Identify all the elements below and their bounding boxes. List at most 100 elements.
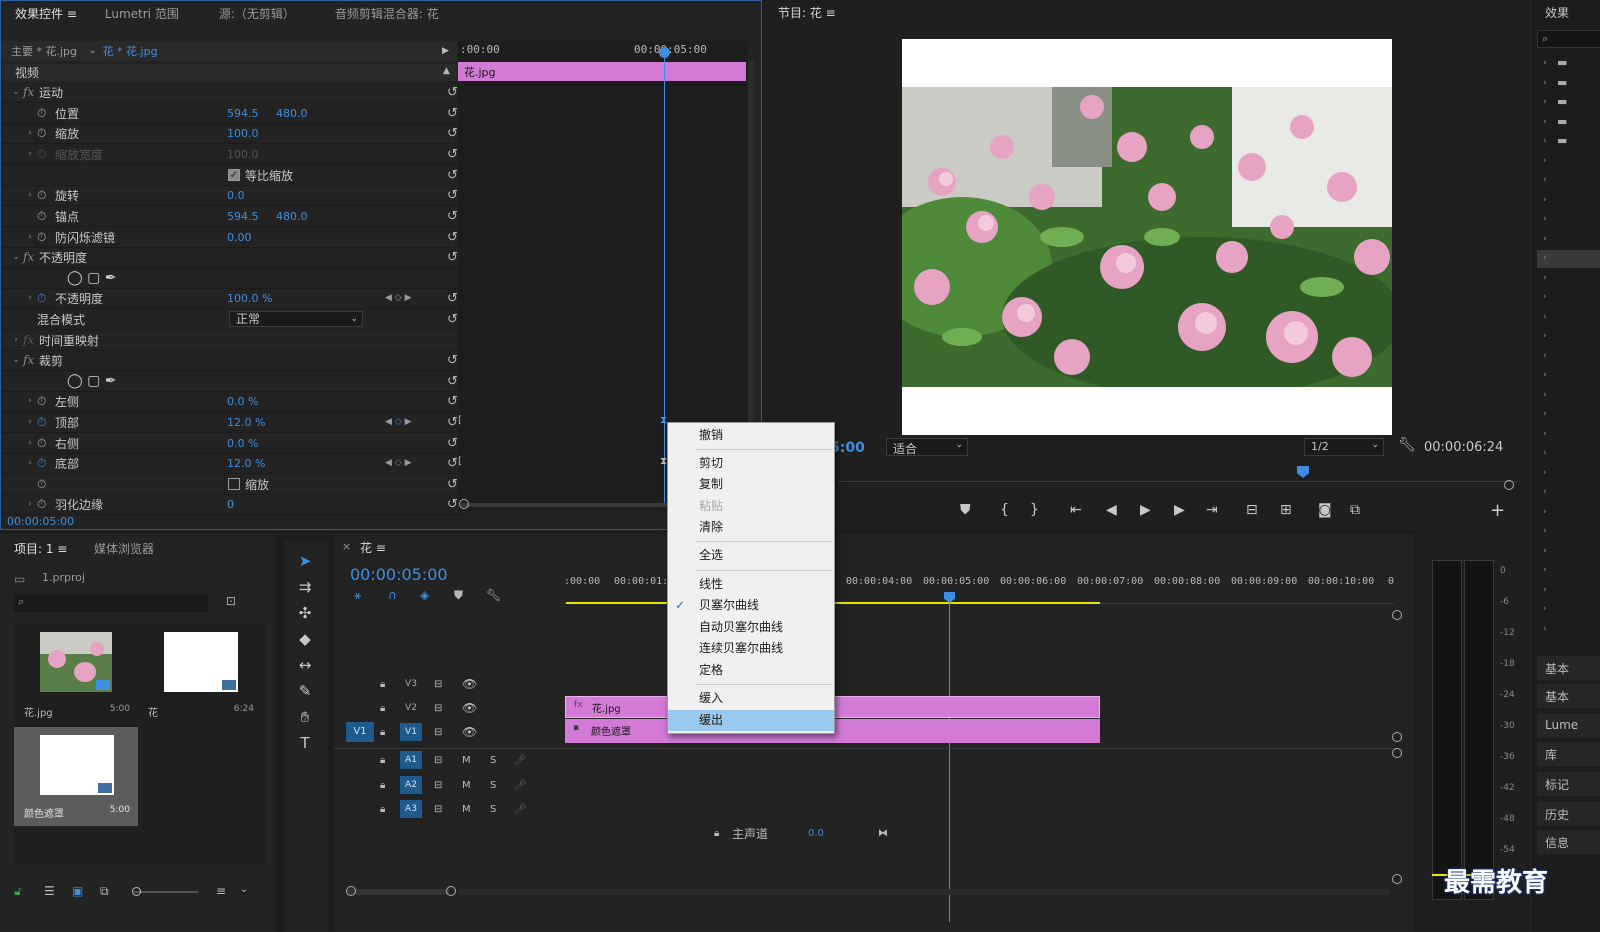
reset-icon[interactable]: ↺ <box>447 353 458 368</box>
microphone-icon[interactable]: 🎤︎ <box>514 780 527 791</box>
zoom-slider-handle[interactable] <box>132 887 141 896</box>
hand-tool-icon[interactable]: ✋︎ <box>294 708 316 726</box>
stopwatch-icon[interactable]: ⏱ <box>37 477 55 492</box>
go-to-in-icon[interactable]: ⇤ <box>1070 502 1082 518</box>
track-header[interactable]: 🔒︎ A3 ⊟ M S 🎤︎ <box>334 797 566 821</box>
kf-clip-bar[interactable]: 花.jpg <box>458 62 746 81</box>
panel-tab[interactable]: 信息 <box>1537 830 1600 854</box>
kf-playhead[interactable] <box>664 47 665 507</box>
timeline-timecode[interactable]: 00:00:05:00 <box>350 565 448 584</box>
sequence-tab[interactable]: 花 ≡ <box>360 539 386 556</box>
mute-button[interactable]: M <box>462 780 471 791</box>
eye-icon[interactable]: 👁︎ <box>462 725 477 739</box>
property-value[interactable]: 12.0 % <box>227 416 265 429</box>
property-value[interactable]: 100.0 <box>227 127 259 140</box>
kf-zoom-slider[interactable] <box>461 503 667 507</box>
expand-chevron-icon[interactable]: ⌄ <box>9 87 23 97</box>
effect-row[interactable]: › ⏱ 底部 12.0 % ◀ ◇ ▶ ↺ <box>1 453 467 474</box>
timecode-left[interactable]: 5:00 <box>830 440 865 456</box>
menu-item[interactable]: 全选 <box>668 545 834 566</box>
expand-chevron-icon[interactable]: ⌄ <box>9 252 23 262</box>
play-only-icon[interactable]: ▶ <box>442 46 449 56</box>
pen-tool-icon[interactable]: ✎ <box>294 682 316 700</box>
microphone-icon[interactable]: 🎤︎ <box>514 755 527 766</box>
property-value[interactable]: 594.5 <box>227 107 259 120</box>
menu-item[interactable]: 缓出 <box>668 710 834 731</box>
reset-icon[interactable]: ↺ <box>447 209 458 224</box>
track-header[interactable]: 🔒︎ V3 ⊟ 👁︎ <box>334 672 566 696</box>
expand-chevron-icon[interactable]: ⌄ <box>9 355 23 365</box>
reset-icon[interactable]: ↺ <box>447 436 458 451</box>
v-scroll-handle[interactable] <box>1392 748 1402 758</box>
extract-icon[interactable]: ⊞ <box>1280 502 1292 518</box>
expand-chevron-icon[interactable]: › <box>1543 331 1547 341</box>
go-to-end-icon[interactable]: ⧓ <box>878 828 888 839</box>
panel-tab[interactable]: 历史 <box>1537 802 1600 826</box>
stopwatch-icon[interactable]: ⏱ <box>37 436 55 451</box>
tab-project[interactable]: 项目: 1 ≡ <box>14 540 67 557</box>
chevron-down-icon[interactable]: ⌄ <box>240 884 248 895</box>
panel-tab[interactable]: Lume <box>1537 714 1600 738</box>
tab-source[interactable]: 源:（无剪辑） <box>193 5 309 22</box>
effect-row[interactable]: ◯ ▢ ✒ <box>1 268 467 289</box>
tab-lumetri-scopes[interactable]: Lumetri 范围 <box>91 5 193 22</box>
microphone-icon[interactable]: 🎤︎ <box>514 804 527 815</box>
expand-chevron-icon[interactable]: › <box>1543 507 1547 517</box>
track-name[interactable]: A2 <box>400 776 422 794</box>
effect-row[interactable]: ⏱ 缩放 ↺ <box>1 474 467 495</box>
project-item[interactable]: 颜色遮罩 5:00 <box>14 727 138 826</box>
property-value[interactable]: 480.0 <box>276 107 308 120</box>
add-button-icon[interactable]: + <box>1490 500 1505 521</box>
expand-chevron-icon[interactable]: › <box>23 293 37 303</box>
expand-chevron-icon[interactable]: › <box>1543 624 1547 634</box>
menu-item[interactable]: 自动贝塞尔曲线 <box>668 617 834 638</box>
track-header[interactable]: 🔒︎ A1 ⊟ M S 🎤︎ <box>334 748 566 772</box>
add-marker-icon[interactable]: ⛊ <box>454 588 463 603</box>
expand-chevron-icon[interactable]: › <box>23 438 37 448</box>
stopwatch-icon[interactable]: ⏱ <box>37 209 55 224</box>
expand-chevron-icon[interactable]: › <box>23 417 37 427</box>
solo-button[interactable]: S <box>490 804 496 815</box>
fx-toggle-icon[interactable]: fx <box>23 333 39 347</box>
property-value[interactable]: 594.5 <box>227 210 259 223</box>
stopwatch-icon[interactable]: ⏱ <box>37 394 55 409</box>
new-bin-icon[interactable]: ⊡ <box>226 594 236 608</box>
wrench-icon[interactable]: 🔧︎ <box>486 588 501 602</box>
slip-tool-icon[interactable]: ↔ <box>294 656 316 674</box>
sync-lock-icon[interactable]: ⊟ <box>434 780 442 791</box>
effects-search-input[interactable]: ⌕ <box>1537 30 1600 48</box>
project-item[interactable]: 花.jpg 5:00 <box>14 626 138 720</box>
checkbox[interactable] <box>228 478 240 490</box>
track-name[interactable]: V3 <box>400 675 422 693</box>
reset-icon[interactable]: ↺ <box>447 497 458 512</box>
expand-chevron-icon[interactable]: › <box>1543 546 1547 556</box>
icon-view-icon[interactable]: ▣ <box>72 884 83 898</box>
mark-in-icon[interactable]: { <box>1000 502 1009 518</box>
blend-mode-dropdown[interactable]: 正常 ⌄ <box>229 311 363 327</box>
keyframe-icon[interactable]: ⧗ <box>660 456 667 467</box>
expand-chevron-icon[interactable]: › <box>1543 585 1547 595</box>
v-scroll-handle[interactable] <box>1392 874 1402 884</box>
kf-zoom-handle[interactable] <box>459 499 469 509</box>
effect-row[interactable]: ⏱ 位置 594.5 480.0 ↺ <box>1 103 467 124</box>
razor-tool-icon[interactable]: ◆ <box>294 630 316 648</box>
expand-chevron-icon[interactable]: › <box>23 458 37 468</box>
current-time-readout[interactable]: 00:00:05:00 <box>7 515 74 528</box>
effect-row[interactable]: › ⏱ 不透明度 100.0 % ◀ ◇ ▶ ↺ <box>1 288 467 309</box>
mask-shape-tools[interactable]: ◯ ▢ ✒ <box>67 373 117 389</box>
effect-row[interactable]: ⌄ fx 不透明度 ↺ <box>1 247 467 268</box>
master-clip-label[interactable]: 主要 * 花.jpg <box>1 43 77 59</box>
expand-chevron-icon[interactable]: › <box>1543 351 1547 361</box>
menu-item[interactable]: 定格 <box>668 660 834 681</box>
mute-button[interactable]: M <box>462 804 471 815</box>
effect-row[interactable]: › ⏱ 缩放 100.0 ↺ <box>1 123 467 144</box>
fit-dropdown[interactable]: 适合 ⌄ <box>886 438 968 456</box>
selection-tool-icon[interactable]: ➤ <box>294 552 316 570</box>
program-frame[interactable] <box>902 39 1392 435</box>
play-icon[interactable]: ▶ <box>1140 502 1151 518</box>
expand-chevron-icon[interactable]: › <box>1543 195 1547 205</box>
lock-icon[interactable]: 🔒︎ <box>380 679 385 690</box>
expand-chevron-icon[interactable]: › <box>1543 273 1547 283</box>
expand-chevron-icon[interactable]: › <box>1543 565 1547 575</box>
h-zoom-scrollbar[interactable] <box>346 889 450 895</box>
